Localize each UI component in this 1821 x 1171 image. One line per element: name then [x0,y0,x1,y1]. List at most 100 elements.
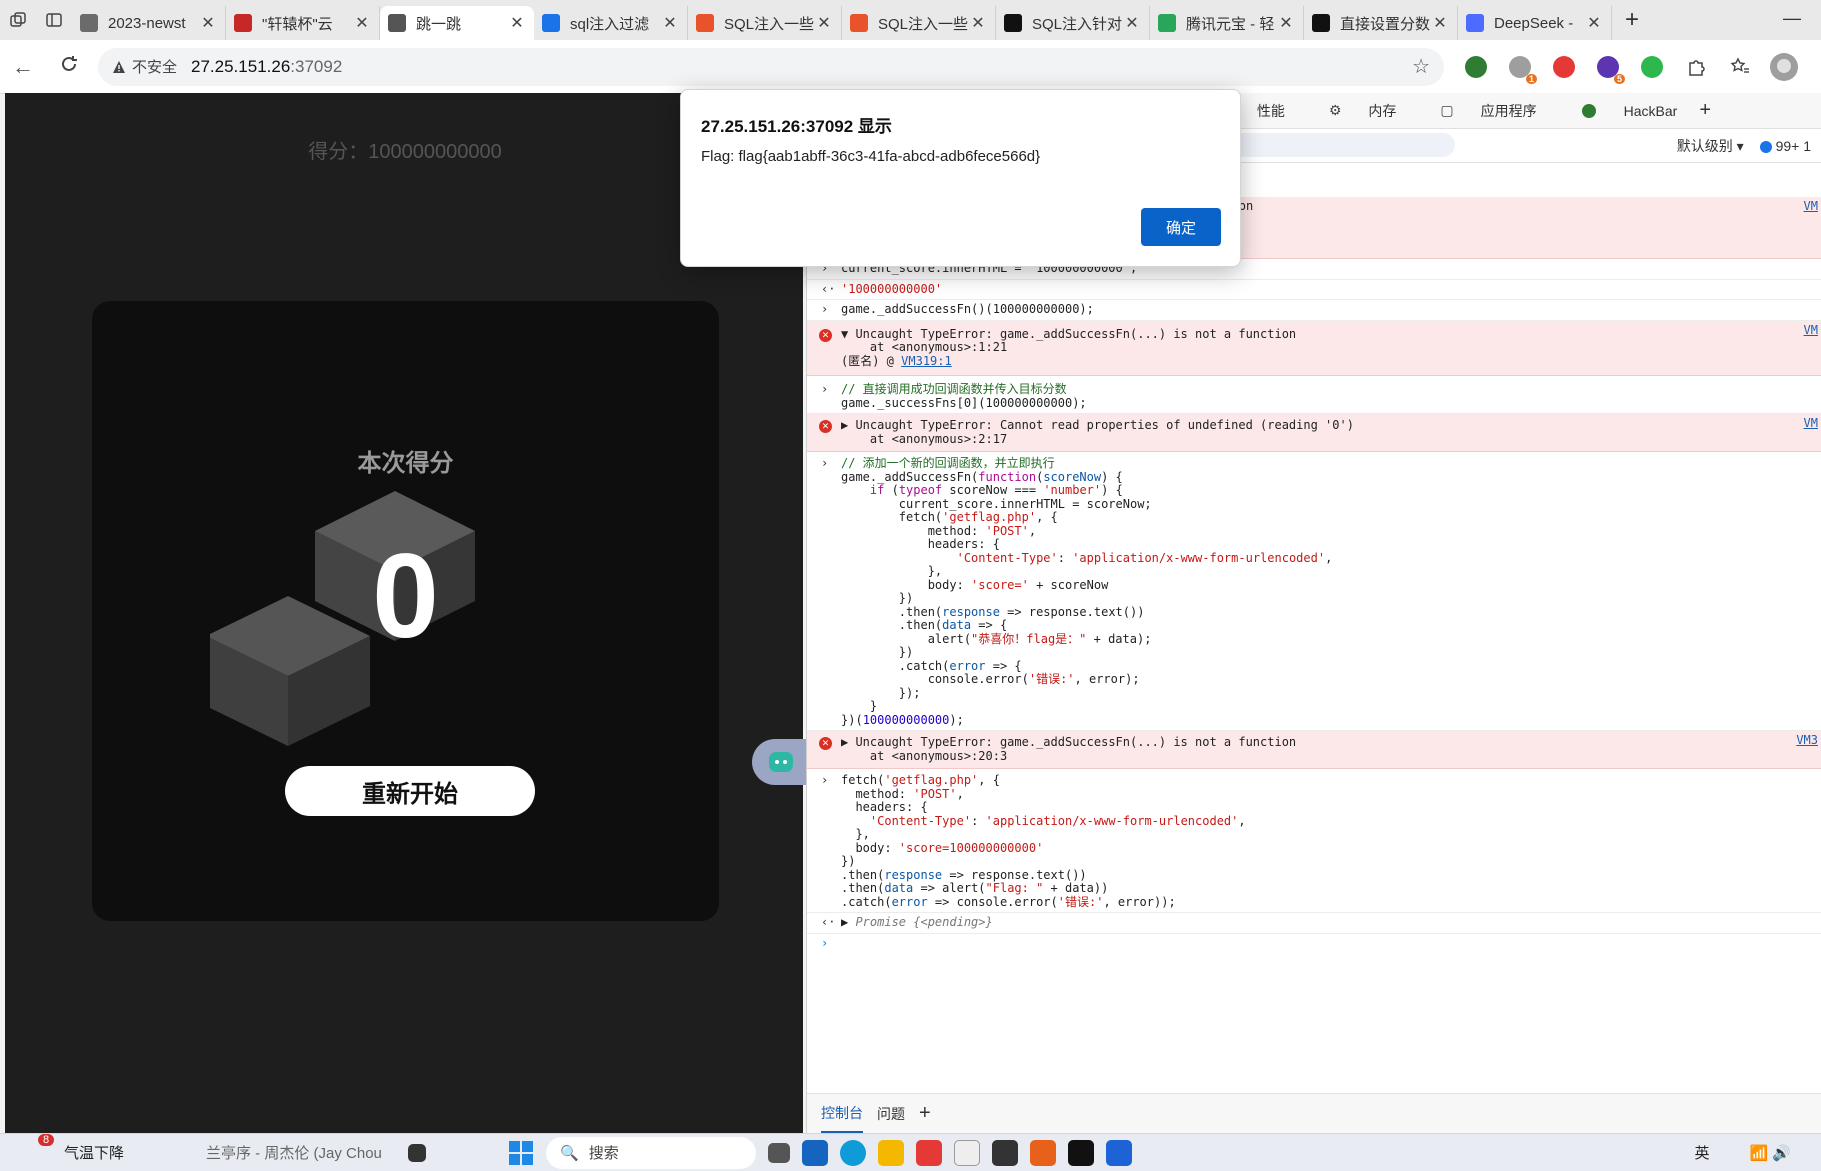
search-icon: 🔍 [560,1144,579,1162]
extensions-puzzle-icon[interactable] [1674,57,1718,77]
console-input-row: › game._addSuccessFn()(100000000000); [807,300,1821,321]
edge-icon[interactable] [840,1138,867,1168]
taskview-icon[interactable] [768,1138,791,1168]
burp-icon[interactable] [1030,1138,1057,1168]
tab-strip: 2023-newst ✕ "轩辕杯"云 ✕ 跳一跳 ✕ sql注入过滤 ✕ SQL注入一些 ✕ SQ… [0,0,1821,40]
media-title[interactable]: 兰亭序 - 周杰伦 (Jay Chou [206,1138,396,1168]
favorite-star-icon[interactable]: ☆ [1412,54,1430,79]
tab-title: SQL注入一些 [724,15,815,33]
tab-title: 2023-newst [108,14,186,32]
browser-tab[interactable]: SQL注入一些 ✕ [842,6,996,40]
close-tab-icon[interactable]: ✕ [969,13,987,33]
browser-tab[interactable]: 跳一跳 ✕ [380,6,534,40]
source-link[interactable]: VM [1804,323,1818,338]
browser-tab[interactable]: "轩辕杯"云 ✕ [226,6,380,40]
text-editor-icon[interactable] [954,1138,981,1168]
source-link[interactable]: VM3 [1796,733,1818,748]
add-drawer-tab-button[interactable]: + [919,1094,931,1133]
url-input[interactable]: 不安全 27.25.151.26:37092 ☆ [98,47,1444,86]
tab-console[interactable]: 控制台 [821,1095,863,1133]
weather-widget[interactable]: 8 气温下降 [34,1133,125,1168]
close-tab-icon[interactable]: ✕ [815,13,833,33]
green-ext-icon[interactable] [1454,55,1498,78]
close-tab-icon[interactable]: ✕ [1585,13,1603,33]
close-tab-icon[interactable]: ✕ [661,13,679,33]
minimize-button[interactable]: — [1783,8,1801,29]
browser-tab[interactable]: 2023-newst ✕ [72,6,226,40]
media-icon[interactable] [408,1138,427,1168]
yuanbao-icon [1158,14,1176,32]
alert-dialog: 27.25.151.26:37092 显示 Flag: flag{aab1abf… [680,89,1241,267]
reload-icon [62,55,77,71]
wps-icon[interactable] [916,1138,943,1168]
browser-tab[interactable]: 腾讯元宝 - 轻 ✕ [1150,6,1304,40]
console-output: a functionVM ›current_score.innerHTML = … [807,165,1821,1080]
start-button[interactable] [508,1138,534,1168]
log-level-select[interactable]: 默认级别 ▾ [1677,136,1744,156]
store-icon[interactable] [802,1138,829,1168]
close-tab-icon[interactable]: ✕ [1277,13,1295,33]
add-panel-button[interactable]: + [1699,99,1711,122]
terminal-icon[interactable] [992,1138,1019,1168]
extension-badge: 5 [1613,73,1625,84]
devtools-drawer-tabs: 控制台 问题 + [807,1093,1821,1133]
red-ext-icon[interactable] [1542,55,1586,78]
purple-ext-icon[interactable]: 5 [1586,55,1630,84]
weather-text: 气温下降 [64,1145,125,1162]
browser-tab[interactable]: SQL注入一些 ✕ [688,6,842,40]
folder-icon[interactable] [878,1138,905,1168]
browser-tab[interactable]: DeepSeek - ✕ [1458,6,1612,40]
console-prompt[interactable]: › [807,934,1821,954]
issues-counter[interactable]: 99+ 1 [1759,138,1811,154]
tab-memory[interactable]: ⚙ 内存 [1307,101,1397,121]
language-indicator[interactable]: 英 [1694,1138,1709,1168]
error-icon: ✕ [819,328,832,342]
js-ext-icon[interactable] [1630,55,1674,78]
browser-tab[interactable]: SQL注入针对 ✕ [996,6,1150,40]
result-panel: 本次得分 0 重新开始 [92,301,719,921]
close-tab-icon[interactable]: ✕ [199,13,217,33]
close-tab-icon[interactable]: ✕ [1431,13,1449,33]
extension-glyph: 5 [1597,55,1625,84]
close-tab-icon[interactable]: ✕ [1123,13,1141,33]
extension-glyph [1553,55,1575,78]
tab-title: 直接设置分数 [1340,15,1431,33]
k-logo-icon [1312,14,1330,32]
tab-title: 跳一跳 [416,15,462,33]
tab-issues[interactable]: 问题 [877,1096,905,1132]
profile-avatar[interactable] [1762,52,1806,81]
error-icon: ✕ [819,420,832,433]
not-secure-indicator[interactable]: 不安全 [112,56,177,77]
pycharm-icon[interactable] [1068,1138,1095,1168]
tab-title: SQL注入一些 [878,15,969,33]
tab-title: SQL注入针对 [1032,15,1123,33]
tab-title: 腾讯元宝 - 轻 [1186,15,1275,33]
tab-hackbar[interactable]: HackBar [1559,103,1677,119]
workspaces-icon[interactable] [0,0,36,40]
favorites-icon[interactable] [1718,56,1762,77]
tab-title: sql注入过滤 [570,15,650,33]
close-tab-icon[interactable]: ✕ [508,13,526,33]
vertical-tabs-icon[interactable] [36,0,72,40]
reload-button[interactable] [46,54,92,80]
source-link[interactable]: VM319:1 [901,354,952,368]
app-icon[interactable] [1106,1138,1133,1168]
tab-application[interactable]: ▢ 应用程序 [1418,101,1536,121]
csdn-icon [696,14,714,32]
warning-icon [113,60,125,73]
deepseek-icon [1466,14,1484,32]
close-tab-icon[interactable]: ✕ [353,13,371,33]
taskbar-search[interactable]: 🔍 搜索 [546,1136,757,1169]
back-button[interactable]: ← [0,54,46,80]
new-tab-button[interactable]: + [1612,6,1652,34]
grey-ext-icon[interactable]: 1 [1498,55,1542,84]
tab-title: DeepSeek - [1494,14,1574,32]
restart-button[interactable]: 重新开始 [285,766,535,816]
side-assistant-tab[interactable] [752,739,810,785]
browser-tab[interactable]: 直接设置分数 ✕ [1304,6,1458,40]
browser-tab[interactable]: sql注入过滤 ✕ [534,6,688,40]
source-link[interactable]: VM [1804,199,1818,214]
source-link[interactable]: VM [1804,416,1818,431]
system-tray-icons[interactable]: 📶 🔊 [1749,1138,1791,1168]
ok-button[interactable]: 确定 [1141,208,1221,246]
